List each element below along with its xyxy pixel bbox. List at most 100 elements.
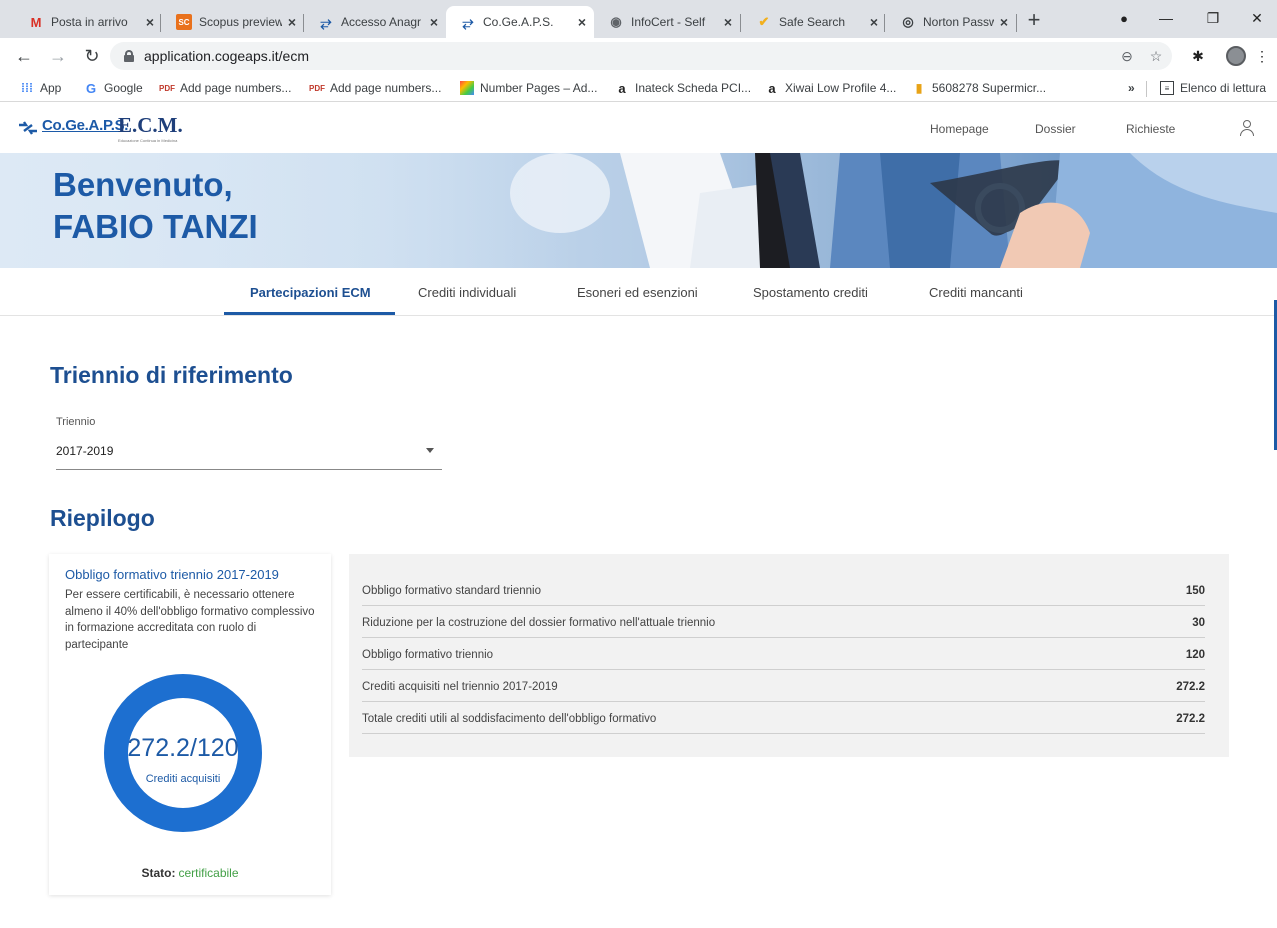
table-row: Totale crediti utili al soddisfacimento …	[362, 702, 1205, 734]
user-account-icon[interactable]	[1240, 120, 1254, 136]
reading-list-button[interactable]: ≡ Elenco di lettura	[1160, 79, 1266, 97]
reload-icon[interactable]: ↻	[80, 44, 104, 68]
bookmark-label: 5608278 Supermicr...	[932, 81, 1047, 95]
table-row: Obbligo formativo standard triennio 150	[362, 574, 1205, 606]
tab-title: Scopus preview	[199, 15, 282, 29]
close-icon[interactable]: ×	[578, 14, 586, 30]
reading-list-icon: ≡	[1160, 81, 1174, 95]
tab-accesso[interactable]: ⥂ Accesso Anagr ×	[304, 6, 446, 38]
url-text: application.cogeaps.it/ecm	[144, 48, 309, 64]
tab-crediti-mancanti[interactable]: Crediti mancanti	[929, 285, 1023, 300]
bookmark-apps[interactable]: ⁞⁞⁞ App	[20, 79, 61, 97]
card-title: Obbligo formativo triennio 2017-2019	[65, 567, 279, 582]
close-window-button[interactable]: ✕	[1239, 4, 1275, 32]
table-row: Crediti acquisiti nel triennio 2017-2019…	[362, 670, 1205, 702]
dropdown-arrow-icon	[426, 448, 434, 453]
bookmarks-divider	[1146, 81, 1147, 97]
close-icon[interactable]: ×	[288, 14, 296, 30]
bookmark-supermicro[interactable]: ▮ 5608278 Supermicr...	[912, 79, 1046, 97]
close-icon[interactable]: ×	[724, 14, 732, 30]
tab-infocert[interactable]: ◉ InfoCert - Self ×	[594, 6, 740, 38]
zoom-icon[interactable]: ⊖	[1117, 46, 1137, 66]
tab-safe-search[interactable]: ✔ Safe Search ×	[742, 6, 886, 38]
riepilogo-table: Obbligo formativo standard triennio 150 …	[349, 554, 1229, 757]
amazon-icon: a	[618, 80, 626, 96]
forward-arrow-icon[interactable]: →	[46, 44, 70, 68]
tab-cogeaps[interactable]: ⥂ Co.Ge.A.P.S. ×	[446, 6, 594, 38]
back-arrow-icon[interactable]: ←	[12, 44, 36, 68]
row-value: 272.2	[1176, 713, 1205, 725]
cogeaps-logo-icon[interactable]	[18, 121, 38, 135]
extensions-puzzle-icon[interactable]: ✱	[1188, 46, 1208, 66]
shopping-bag-icon: ▮	[915, 81, 923, 95]
tab-separator	[1016, 14, 1017, 32]
nav-dossier[interactable]: Dossier	[1035, 122, 1076, 136]
reading-list-label: Elenco di lettura	[1180, 81, 1267, 95]
menu-kebab-icon[interactable]: ⋮	[1252, 46, 1272, 66]
globe-icon: ◉	[610, 14, 622, 29]
profile-avatar[interactable]	[1226, 46, 1246, 66]
bookmarks-bar: ⁞⁞⁞ App G Google PDF Add page numbers...…	[0, 74, 1277, 102]
obbligo-formativo-card: Obbligo formativo triennio 2017-2019 Per…	[49, 554, 331, 895]
bookmark-add-page-numbers-2[interactable]: PDF Add page numbers...	[309, 79, 442, 97]
check-icon: ✔	[758, 14, 770, 29]
close-icon[interactable]: ×	[430, 14, 438, 30]
row-label: Totale crediti utili al soddisfacimento …	[362, 713, 657, 725]
cogeaps-icon: ⥂	[462, 13, 474, 30]
tab-separator	[884, 14, 885, 32]
cogeaps-icon: ⥂	[320, 13, 332, 30]
bookmark-inateck[interactable]: a Inateck Scheda PCI...	[615, 79, 751, 97]
welcome-line: Benvenuto,	[53, 166, 233, 203]
close-icon[interactable]: ×	[870, 14, 878, 30]
bookmark-xiwai[interactable]: a Xiwai Low Profile 4...	[765, 79, 896, 97]
ecm-logo: E.C.M.	[118, 113, 183, 137]
minimize-button[interactable]: —	[1148, 4, 1184, 32]
triennio-select[interactable]: 2017-2019	[56, 440, 442, 470]
tab-spostamento-crediti[interactable]: Spostamento crediti	[753, 285, 868, 300]
row-label: Obbligo formativo triennio	[362, 649, 494, 661]
restore-button[interactable]: ❐	[1195, 4, 1231, 32]
bookmarks-overflow-button[interactable]: »	[1128, 79, 1135, 97]
nav-richieste[interactable]: Richieste	[1126, 122, 1175, 136]
row-label: Obbligo formativo standard triennio	[362, 585, 541, 597]
tab-scopus[interactable]: SC Scopus preview ×	[162, 6, 304, 38]
site-header: Co.Ge.A.P.S. E.C.M. Educazione Continua …	[0, 103, 1277, 153]
triennio-selected-value: 2017-2019	[56, 444, 114, 458]
bookmark-label: Add page numbers...	[180, 81, 292, 95]
bookmark-label: Google	[104, 81, 143, 95]
scopus-icon: SC	[176, 14, 192, 30]
donut-label: Crediti acquisiti	[145, 773, 221, 785]
google-icon: G	[85, 80, 97, 96]
tab-search-icon[interactable]: ●	[1106, 4, 1142, 32]
welcome-banner: Benvenuto, FABIO TANZI	[0, 153, 1277, 268]
bookmark-label: Number Pages – Ad...	[480, 81, 598, 95]
close-icon[interactable]: ×	[1000, 14, 1008, 30]
bookmark-label: Add page numbers...	[330, 81, 442, 95]
bookmark-add-page-numbers-1[interactable]: PDF Add page numbers...	[159, 79, 292, 97]
bookmark-label: Xiwai Low Profile 4...	[785, 81, 897, 95]
tab-gmail[interactable]: M Posta in arrivo ×	[14, 6, 162, 38]
triennio-heading: Triennio di riferimento	[50, 362, 293, 388]
bookmark-number-pages[interactable]: Number Pages – Ad...	[460, 79, 597, 97]
cogeaps-logo-text[interactable]: Co.Ge.A.P.S.	[42, 117, 128, 134]
tab-title: Safe Search	[779, 15, 846, 29]
welcome-heading: Benvenuto, FABIO TANZI	[53, 164, 258, 248]
bookmark-star-icon[interactable]: ☆	[1146, 46, 1166, 66]
gmail-icon: M	[30, 14, 42, 30]
table-row: Obbligo formativo triennio 120	[362, 638, 1205, 670]
section-tabs: Partecipazioni ECM Crediti individuali E…	[0, 268, 1277, 316]
address-bar[interactable]: application.cogeaps.it/ecm	[110, 42, 1172, 70]
tab-partecipazioni-ecm[interactable]: Partecipazioni ECM	[250, 285, 371, 300]
tab-esoneri-esenzioni[interactable]: Esoneri ed esenzioni	[577, 285, 698, 300]
new-tab-button[interactable]: +	[1020, 6, 1048, 34]
nav-homepage[interactable]: Homepage	[930, 122, 989, 136]
pdf24-icon: PDF	[159, 83, 175, 93]
tab-title: Accesso Anagr	[341, 15, 422, 29]
tab-crediti-individuali[interactable]: Crediti individuali	[418, 285, 516, 300]
row-label: Riduzione per la costruzione del dossier…	[362, 617, 716, 629]
bookmark-google[interactable]: G Google	[84, 79, 143, 97]
tab-title: Co.Ge.A.P.S.	[483, 15, 554, 29]
lock-icon	[124, 50, 134, 62]
close-icon[interactable]: ×	[146, 14, 154, 30]
tab-norton[interactable]: ◎ Norton Passwo ×	[886, 6, 1016, 38]
